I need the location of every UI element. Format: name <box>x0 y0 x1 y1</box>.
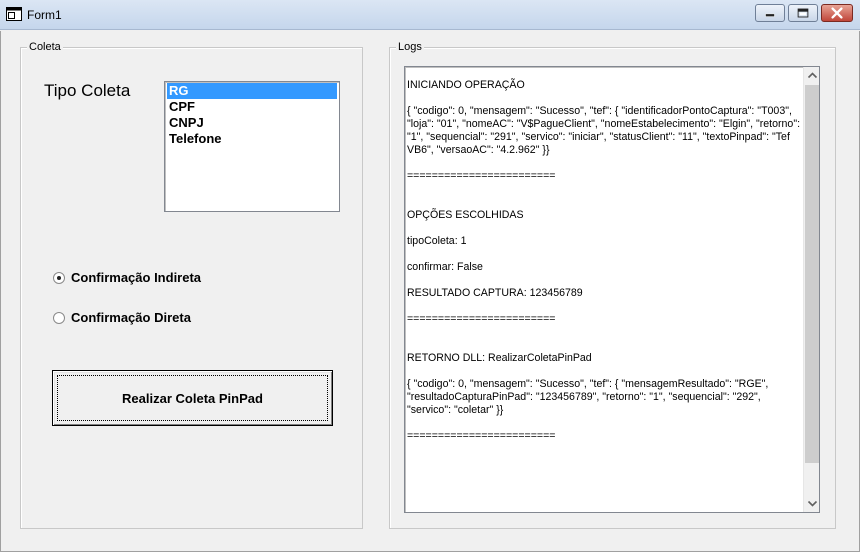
log-line: confirmar: False <box>407 261 483 273</box>
close-icon <box>831 7 843 19</box>
scroll-up-button[interactable] <box>804 67 819 84</box>
chevron-up-icon <box>807 72 818 79</box>
log-separator: ======================== <box>407 313 556 325</box>
radio-direta-label[interactable]: Confirmação Direta <box>71 310 191 325</box>
log-content: INICIANDO OPERAÇÃO { "codigo": 0, "mensa… <box>407 79 801 456</box>
logs-group-label: Logs <box>396 40 424 54</box>
log-separator: ======================== <box>407 170 556 182</box>
log-line: RESULTADO CAPTURA: 123456789 <box>407 287 583 299</box>
realizar-coleta-label: Realizar Coleta PinPad <box>122 390 263 406</box>
maximize-button[interactable] <box>788 4 818 22</box>
tipo-coleta-listbox[interactable]: RG CPF CNPJ Telefone <box>164 81 340 212</box>
log-line: RETORNO DLL: RealizarColetaPinPad <box>407 352 592 364</box>
realizar-coleta-button[interactable]: Realizar Coleta PinPad <box>52 370 333 426</box>
tipo-coleta-label: Tipo Coleta <box>44 81 131 100</box>
coleta-group-label: Coleta <box>27 40 63 54</box>
radio-confirmacao-indireta[interactable]: Confirmação Indireta <box>53 269 253 287</box>
log-line: { "codigo": 0, "mensagem": "Sucesso", "t… <box>407 105 801 156</box>
radio-indicator-unchecked[interactable] <box>53 312 65 324</box>
window-title: Form1 <box>27 8 62 22</box>
scroll-thumb[interactable] <box>805 85 819 463</box>
radio-dot <box>57 276 61 280</box>
close-button[interactable] <box>821 4 853 22</box>
form-client-area: Coleta Tipo Coleta RG CPF CNPJ Telefone … <box>0 31 860 552</box>
title-bar[interactable]: Form1 <box>0 0 860 30</box>
log-separator: ======================== <box>407 430 556 442</box>
minimize-button[interactable] <box>755 4 785 22</box>
log-line: { "codigo": 0, "mensagem": "Sucesso", "t… <box>407 378 769 416</box>
minimize-icon <box>765 13 775 17</box>
maximize-icon <box>797 8 809 18</box>
app-icon <box>6 7 22 21</box>
chevron-down-icon <box>807 500 818 507</box>
radio-confirmacao-direta[interactable]: Confirmação Direta <box>53 309 253 327</box>
list-item-telefone[interactable]: Telefone <box>167 131 337 147</box>
logs-textbox[interactable]: INICIANDO OPERAÇÃO { "codigo": 0, "mensa… <box>404 66 820 513</box>
radio-indicator-checked[interactable] <box>53 272 65 284</box>
list-item-cpf[interactable]: CPF <box>167 99 337 115</box>
log-line: INICIANDO OPERAÇÃO <box>407 79 525 91</box>
log-line: OPÇÕES ESCOLHIDAS <box>407 209 524 221</box>
log-line: tipoColeta: 1 <box>407 235 467 247</box>
radio-indireta-label[interactable]: Confirmação Indireta <box>71 270 201 285</box>
logs-vertical-scrollbar[interactable] <box>803 67 819 512</box>
list-item-rg[interactable]: RG <box>167 83 337 99</box>
scroll-down-button[interactable] <box>804 495 819 512</box>
list-item-cnpj[interactable]: CNPJ <box>167 115 337 131</box>
